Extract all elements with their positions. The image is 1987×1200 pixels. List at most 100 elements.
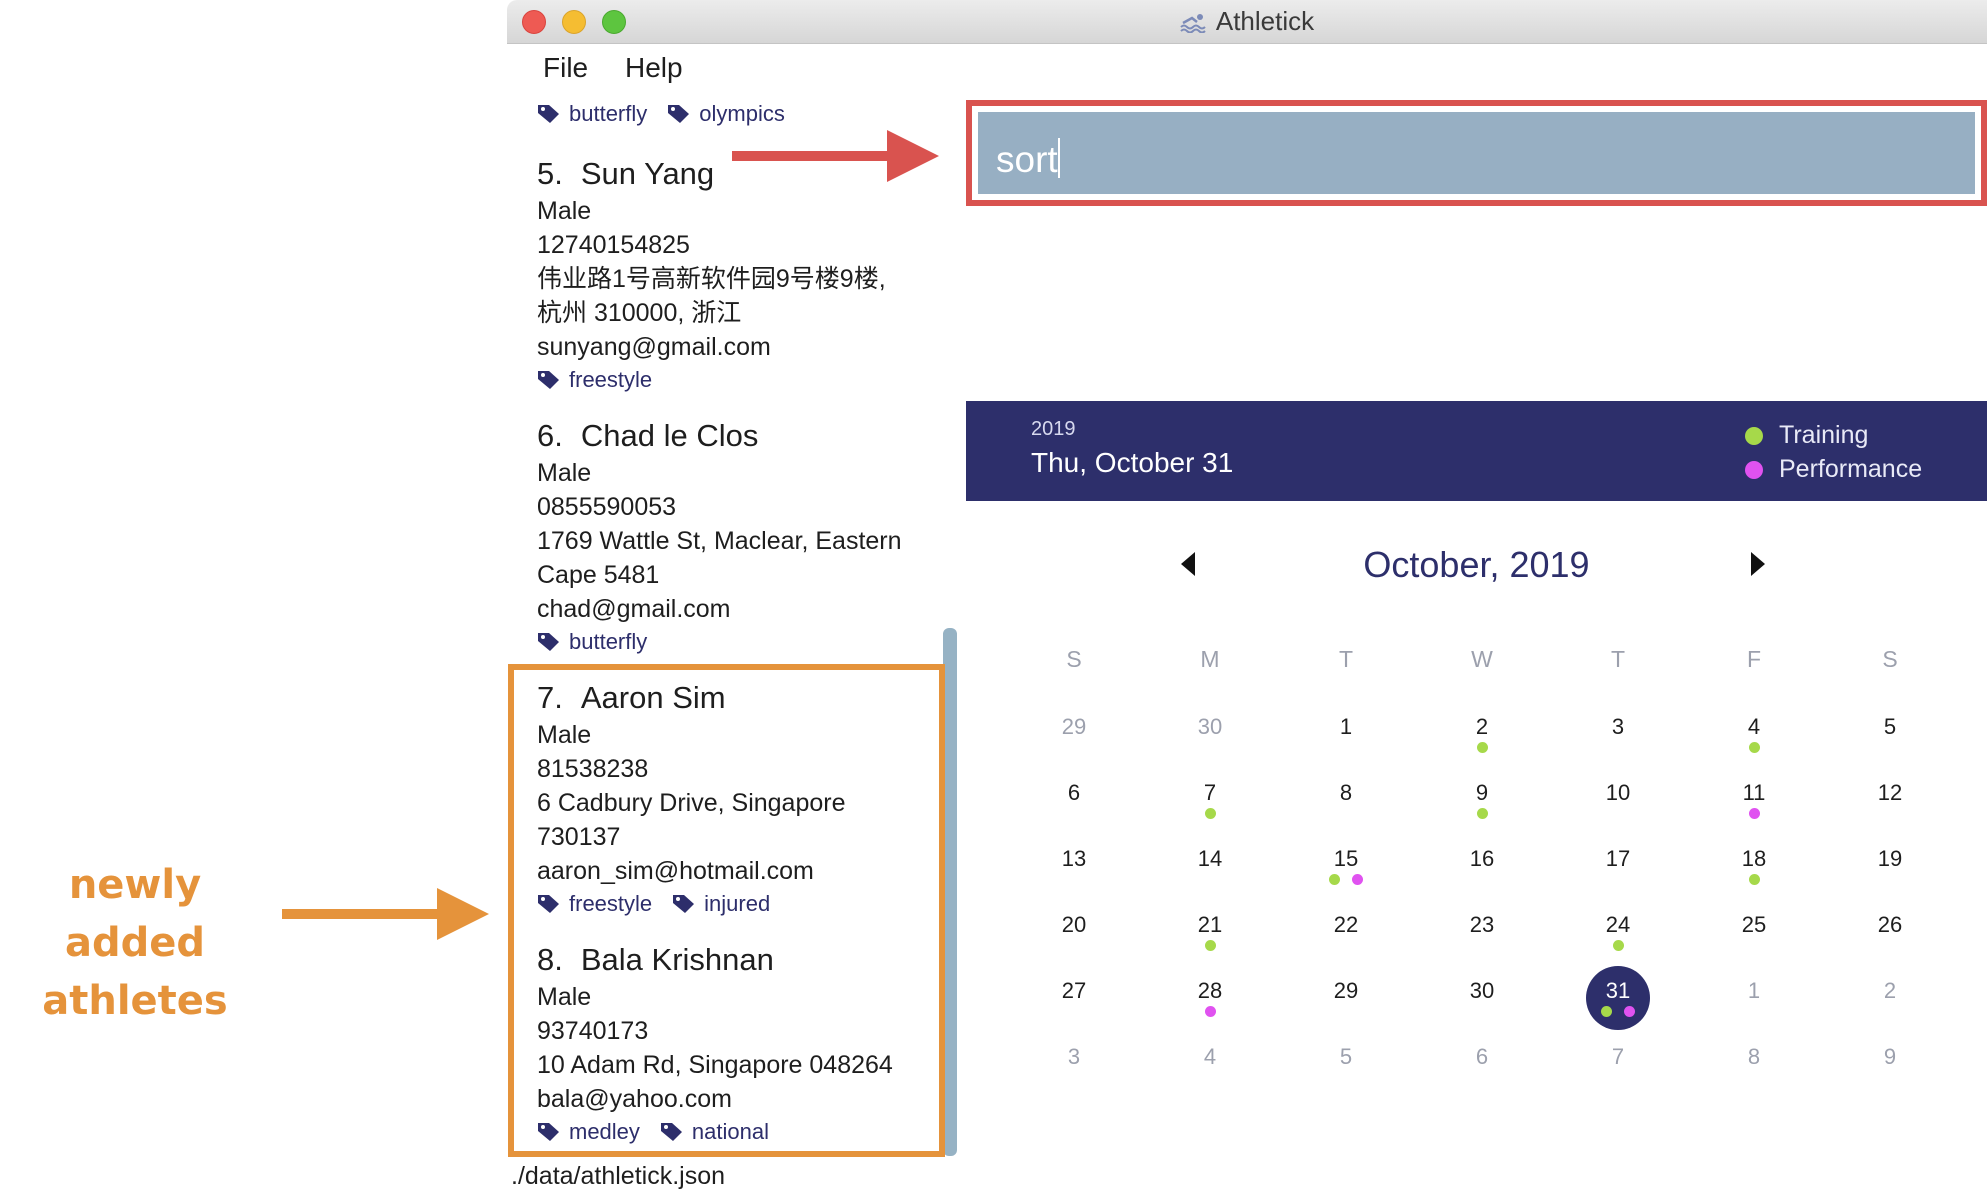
calendar-day[interactable]: 25 [1722,900,1786,964]
calendar-day[interactable]: 8 [1314,768,1378,832]
day-number: 7 [1611,1044,1625,1069]
calendar-day[interactable]: 28 [1178,966,1242,1030]
event-dots [1178,940,1242,951]
day-number: 9 [1883,1044,1897,1069]
training-dot-icon [1601,1006,1612,1017]
day-number: 21 [1197,912,1223,937]
calendar-day[interactable]: 21 [1178,900,1242,964]
training-dot-icon [1204,808,1216,819]
calendar-day[interactable]: 4 [1722,702,1786,766]
calendar-day[interactable]: 26 [1858,900,1922,964]
calendar-day[interactable]: 24 [1586,900,1650,964]
athlete-card[interactable]: 6. Chad le Clos Male 0855590053 1769 Watt… [537,416,957,658]
calendar-day[interactable]: 13 [1042,834,1106,898]
command-input-value: sort [996,139,1058,180]
calendar-day[interactable]: 2 [1450,702,1514,766]
list-scrollbar[interactable] [943,628,957,1156]
day-number: 13 [1061,846,1087,871]
day-number: 22 [1333,912,1359,937]
day-number: 26 [1877,912,1903,937]
calendar-day[interactable]: 9 [1450,768,1514,832]
training-dot-icon [1748,874,1760,885]
calendar-day[interactable]: 29 [1314,966,1378,1030]
day-number: 25 [1741,912,1767,937]
tag-row: freestyle [537,364,957,396]
swimmer-icon [1180,14,1206,34]
athlete-gender: Male [537,197,592,225]
calendar-day[interactable]: 30 [1450,966,1514,1030]
calendar-day-selected[interactable]: 31 [1586,966,1650,1030]
calendar-day[interactable]: 17 [1586,834,1650,898]
calendar-day[interactable]: 12 [1858,768,1922,832]
training-dot-icon [1745,426,1763,445]
athlete-gender: Male [537,459,592,487]
day-number: 23 [1469,912,1495,937]
calendar-day[interactable]: 3 [1042,1032,1106,1096]
title-bar: Athletick [507,0,1987,44]
calendar-day[interactable]: 15 [1314,834,1378,898]
athlete-card[interactable]: 5. Sun Yang Male 12740154825 伟业路1号高新软件园9号… [537,154,957,396]
athlete-address: 杭州 310000, 浙江 [537,299,742,327]
next-month-button[interactable] [1751,552,1765,576]
calendar-day[interactable]: 7 [1586,1032,1650,1096]
calendar-day[interactable]: 7 [1178,768,1242,832]
day-number: 7 [1203,780,1217,805]
legend-performance: Performance [1745,455,1922,484]
calendar-day[interactable]: 8 [1722,1032,1786,1096]
calendar-day[interactable]: 3 [1586,702,1650,766]
training-dot-icon [1476,808,1488,819]
calendar-day[interactable]: 1 [1314,702,1378,766]
calendar-header: 2019 Thu, October 31 Training Performanc… [966,401,1987,501]
calendar-day[interactable]: 14 [1178,834,1242,898]
calendar-day[interactable]: 22 [1314,900,1378,964]
calendar-day[interactable]: 1 [1722,966,1786,1030]
performance-dot-icon [1204,1006,1216,1017]
calendar-month-label: October, 2019 [1363,544,1590,585]
list-item[interactable]: butterfly olympics [537,98,957,130]
text-caret [1057,138,1060,178]
event-dots [1586,940,1650,951]
day-number: 10 [1605,780,1631,805]
calendar-day[interactable]: 2 [1858,966,1922,1030]
athlete-email: chad@gmail.com [537,595,731,623]
calendar-day[interactable]: 29 [1042,702,1106,766]
tag-icon [538,633,559,651]
calendar-day[interactable]: 20 [1042,900,1106,964]
new-athletes-highlight [508,664,945,1157]
event-dots [1450,742,1514,753]
event-dots [1586,1006,1650,1017]
calendar-day[interactable]: 30 [1178,702,1242,766]
weekday-header: S [1882,646,1898,672]
calendar-day[interactable]: 5 [1858,702,1922,766]
day-number: 8 [1339,780,1353,805]
day-number: 31 [1605,978,1631,1003]
calendar-day[interactable]: 27 [1042,966,1106,1030]
day-number: 27 [1061,978,1087,1003]
athlete-email: sunyang@gmail.com [537,333,771,361]
calendar-day[interactable]: 6 [1450,1032,1514,1096]
menu-help[interactable]: Help [625,52,683,84]
calendar-day[interactable]: 19 [1858,834,1922,898]
calendar-navigation: October, 2019 [966,540,1987,590]
day-number: 5 [1339,1044,1353,1069]
calendar-day[interactable]: 10 [1586,768,1650,832]
training-dot-icon [1476,742,1488,753]
calendar-day[interactable]: 9 [1858,1032,1922,1096]
calendar-day[interactable]: 6 [1042,768,1106,832]
calendar-day[interactable]: 11 [1722,768,1786,832]
calendar-day[interactable]: 18 [1722,834,1786,898]
day-number: 14 [1197,846,1223,871]
day-number: 3 [1067,1044,1081,1069]
calendar-day[interactable]: 4 [1178,1032,1242,1096]
calendar-day[interactable]: 23 [1450,900,1514,964]
weekday-header: W [1471,646,1493,672]
command-input[interactable]: sort [978,112,1975,194]
calendar-year: 2019 [1031,418,1076,440]
status-bar-path: ./data/athletick.json [511,1162,726,1190]
day-number: 30 [1469,978,1495,1003]
tag: olympics [667,98,785,131]
calendar-day[interactable]: 16 [1450,834,1514,898]
tag-icon [538,105,559,123]
calendar-day[interactable]: 5 [1314,1032,1378,1096]
menu-file[interactable]: File [543,52,588,84]
